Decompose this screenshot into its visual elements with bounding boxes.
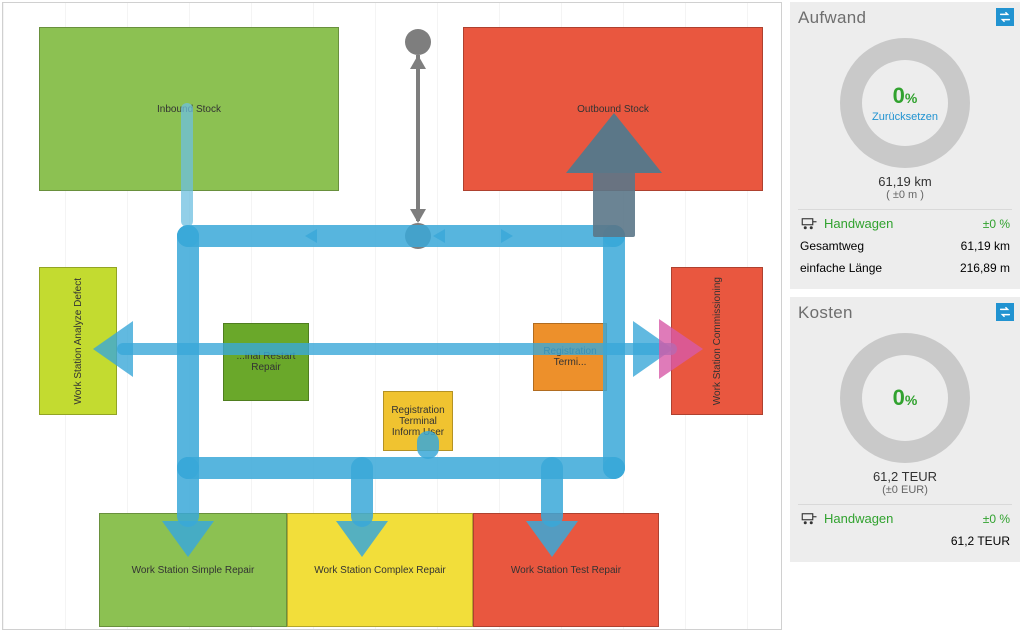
reset-link[interactable]: Zurücksetzen	[872, 111, 938, 123]
vehicle-delta: ±0 %	[983, 512, 1010, 526]
flow-node-icon	[603, 457, 625, 479]
vehicle-name: Handwagen	[824, 511, 893, 526]
swap-icon	[998, 10, 1012, 24]
metric-label: einfache Länge	[800, 261, 882, 275]
flow-arrow-up-icon	[566, 113, 662, 173]
flow-segment	[541, 457, 563, 527]
zone-label: Work Station Simple Repair	[132, 565, 255, 576]
flow-direction-icon	[433, 229, 445, 243]
aufwand-donut-gauge: 0% Zurücksetzen	[840, 38, 970, 168]
donut-percent: 0%	[893, 83, 918, 109]
flow-segment	[593, 167, 635, 237]
side-panels: Aufwand 0% Zurücksetzen 61,19 km ( ±0 m …	[790, 2, 1020, 630]
flow-arrow-down-icon	[162, 521, 214, 557]
factory-layout-canvas[interactable]: Inbound Stock Outbound Stock Work Statio…	[2, 2, 782, 630]
zone-restart-repair[interactable]: ...inal Restart Repair	[223, 323, 309, 401]
panel-kosten: Kosten 0% 61,2 TEUR (±0 EUR)	[790, 297, 1020, 562]
flow-arrow-down-icon	[526, 521, 578, 557]
metric-row: einfache Länge 216,89 m	[798, 257, 1012, 279]
flow-segment	[177, 457, 199, 527]
donut-percent-value: 0	[893, 83, 905, 108]
zone-label: Work Station Test Repair	[511, 565, 621, 576]
flow-segment	[351, 457, 373, 527]
flow-segment	[417, 431, 439, 459]
flow-direction-icon	[501, 229, 513, 243]
vehicle-row[interactable]: Handwagen ±0 %	[798, 504, 1012, 530]
flow-segment	[117, 343, 677, 355]
flow-arrow-right-magenta-icon	[659, 319, 703, 379]
panel-toggle-button[interactable]	[996, 8, 1014, 26]
kosten-donut-gauge: 0%	[840, 333, 970, 463]
entry-arrow-line	[416, 55, 420, 221]
panel-aufwand: Aufwand 0% Zurücksetzen 61,19 km ( ±0 m …	[790, 2, 1020, 289]
aufwand-main-value: 61,19 km	[798, 174, 1012, 189]
metric-row: Gesamtweg 61,19 km	[798, 235, 1012, 257]
vehicle-row[interactable]: Handwagen ±0 %	[798, 209, 1012, 235]
donut-center: 0%	[840, 333, 970, 463]
panel-title: Kosten	[798, 303, 1012, 323]
handcart-icon	[800, 217, 818, 231]
zone-registration-terminal[interactable]: Registration Termi...	[533, 323, 607, 391]
panel-toggle-button[interactable]	[996, 303, 1014, 321]
flow-arrow-down-icon	[336, 521, 388, 557]
zone-label: Work Station Commissioning	[712, 277, 723, 405]
kosten-main-value: 61,2 TEUR	[798, 469, 1012, 484]
flow-segment	[181, 103, 193, 227]
flow-arrow-left-icon	[93, 321, 133, 377]
donut-percent-suffix: %	[905, 90, 917, 106]
metric-label: Gesamtweg	[800, 239, 864, 253]
vehicle-name: Handwagen	[824, 216, 893, 231]
metric-value: 61,2 TEUR	[951, 534, 1010, 548]
flow-node-icon	[177, 225, 199, 247]
zone-label: Work Station Complex Repair	[314, 565, 446, 576]
entry-node-icon	[405, 29, 431, 55]
kosten-sub-value: (±0 EUR)	[798, 484, 1012, 496]
entry-arrowhead-down-icon	[410, 209, 426, 223]
swap-icon	[998, 305, 1012, 319]
zone-label: Registration Terminal Inform User	[384, 405, 452, 438]
panel-title: Aufwand	[798, 8, 1012, 28]
donut-percent-value: 0	[893, 385, 905, 410]
zone-label: Work Station Analyze Defect	[73, 278, 84, 405]
flow-direction-icon	[305, 229, 317, 243]
metric-row: 61,2 TEUR	[798, 530, 1012, 552]
donut-percent: 0%	[893, 385, 918, 411]
donut-center: 0% Zurücksetzen	[840, 38, 970, 168]
vehicle-delta: ±0 %	[983, 217, 1010, 231]
metric-value: 216,89 m	[960, 261, 1010, 275]
metric-value: 61,19 km	[961, 239, 1010, 253]
handcart-icon	[800, 512, 818, 526]
entry-arrowhead-up-icon	[410, 55, 426, 69]
app-root: Inbound Stock Outbound Stock Work Statio…	[0, 0, 1024, 632]
flow-segment	[177, 225, 625, 247]
donut-percent-suffix: %	[905, 392, 917, 408]
aufwand-sub-value: ( ±0 m )	[798, 189, 1012, 201]
